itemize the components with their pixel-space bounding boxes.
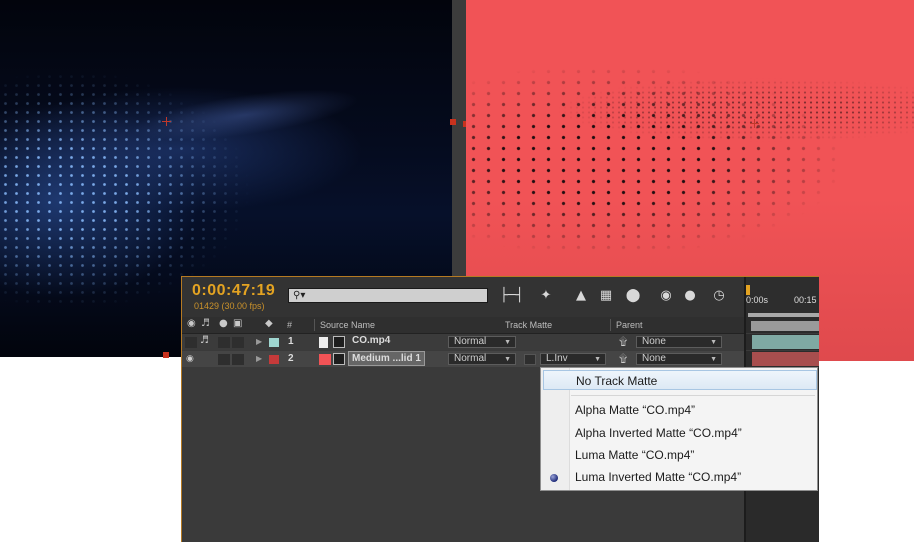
lock-icon[interactable]: ▣ (233, 318, 242, 329)
search-input[interactable]: ⚲▾ (288, 288, 488, 303)
layer-track-lane (746, 351, 819, 367)
blend-mode-value: Normal (454, 353, 487, 364)
lock-switch[interactable] (232, 337, 244, 348)
layer-name[interactable]: Medium ...lid 1 (348, 351, 425, 366)
selected-radio-icon (550, 474, 558, 482)
frame-count: 01429 (30.00 fps) (194, 301, 265, 311)
column-parent[interactable]: Parent (616, 320, 643, 330)
track-area-header (746, 317, 819, 333)
chevron-down-icon: ▼ (504, 339, 511, 346)
menu-item-alpha-matte[interactable]: Alpha Matte “CO.mp4” (575, 400, 695, 420)
twirl-arrow-icon[interactable]: ▶ (256, 354, 262, 363)
current-time-indicator[interactable] (746, 285, 750, 295)
search-icon[interactable]: ⚲▾ (293, 290, 305, 302)
eye-icon[interactable]: ◉ (187, 318, 196, 329)
frame-blending-icon[interactable]: ▦ (596, 287, 616, 305)
blend-mode-value: Normal (454, 336, 487, 347)
parent-select[interactable]: None ▼ (636, 353, 722, 365)
parent-select[interactable]: None ▼ (636, 336, 722, 348)
column-divider (314, 319, 315, 331)
preserve-transparency-switch[interactable] (524, 354, 536, 365)
pickwhip-icon[interactable]: ۩ (619, 335, 627, 349)
viewer-divider[interactable] (452, 0, 466, 280)
layer-handle-bottom[interactable] (163, 352, 169, 358)
menu-item-alpha-inverted-matte[interactable]: Alpha Inverted Matte “CO.mp4” (575, 423, 742, 443)
time-ruler[interactable]: 0:00s 00:15 (746, 277, 819, 317)
column-number: # (287, 320, 293, 330)
speaker-icon[interactable]: ♬ (201, 318, 210, 329)
twirl-arrow-icon[interactable]: ▶ (256, 337, 262, 346)
menu-item-luma-inverted-matte[interactable]: Luma Inverted Matte “CO.mp4” (575, 467, 741, 487)
chevron-down-icon: ▼ (710, 339, 717, 346)
solo-icon[interactable]: ● (219, 318, 228, 329)
parent-value: None (642, 353, 666, 364)
column-source-name[interactable]: Source Name (320, 320, 375, 330)
blend-mode-select[interactable]: Normal ▼ (448, 353, 516, 365)
solid-color-icon (319, 354, 331, 365)
layer-column-header: ◉ ♬ ● ▣ ◆ # Source Name Track Matte Pare… (182, 317, 746, 334)
label-color-swatch[interactable] (269, 338, 279, 347)
brainstorm-icon[interactable]: ● (680, 287, 700, 305)
track-matte-menu: No Track Matte Alpha Matte “CO.mp4” Alph… (540, 367, 818, 491)
footage-file-icon (319, 337, 328, 348)
chevron-down-icon: ▼ (710, 356, 717, 363)
ruler-tick-label: 00:15 (794, 295, 817, 305)
anchor-point-icon[interactable] (162, 117, 171, 126)
label-tag-icon[interactable]: ◆ (265, 318, 273, 329)
layer-row[interactable]: ◉ ▶ 2 Medium ...lid 1 Normal ▼ L.Inv ▼ ۩… (182, 351, 746, 367)
chevron-down-icon: ▼ (594, 356, 601, 363)
blend-mode-select[interactable]: Normal ▼ (448, 336, 516, 348)
layer-duration-bar[interactable] (752, 352, 819, 366)
layer-duration-bar[interactable] (752, 335, 819, 349)
eye-icon[interactable]: ◉ (186, 353, 194, 364)
layer-name[interactable]: CO.mp4 (352, 335, 390, 346)
layer-row[interactable]: ♬ ▶ 1 CO.mp4 Normal ▼ ۩ None ▼ (182, 334, 746, 350)
track-matte-select[interactable]: L.Inv ▼ (540, 353, 606, 365)
column-divider (610, 319, 611, 331)
parent-value: None (642, 336, 666, 347)
ruler-start-label: 0:00s (746, 295, 769, 305)
solo-switch[interactable] (218, 337, 230, 348)
effect-icon (333, 353, 345, 365)
comp-flowchart-icon[interactable]: ├─┤ (500, 287, 523, 305)
stopwatch-icon[interactable]: ◷ (709, 287, 729, 305)
layer-number: 1 (288, 336, 294, 347)
chevron-down-icon: ▼ (504, 356, 511, 363)
timeline-toolbar: 0:00:47:19 01429 (30.00 fps) ⚲▾ ├─┤ ✦ ▲ … (182, 277, 746, 317)
pickwhip-icon[interactable]: ۩ (619, 352, 627, 366)
anchor-point-icon[interactable] (750, 119, 759, 128)
video-switch[interactable] (185, 337, 197, 348)
layer-type-icon (333, 336, 345, 348)
label-color-swatch[interactable] (269, 355, 279, 364)
column-track-matte[interactable]: Track Matte (505, 320, 552, 330)
menu-item-no-track-matte[interactable]: No Track Matte (543, 370, 817, 390)
layer-track-lane (746, 334, 819, 350)
layer-handle-left[interactable] (450, 119, 456, 125)
layer-number: 2 (288, 353, 294, 364)
work-area-range[interactable] (751, 321, 819, 331)
menu-separator (571, 395, 815, 396)
draft-3d-icon[interactable]: ✦ (536, 287, 556, 305)
menu-item-luma-matte[interactable]: Luma Matte “CO.mp4” (575, 445, 694, 465)
shy-layers-icon[interactable]: ▲ (571, 287, 591, 305)
solo-switch[interactable] (218, 354, 230, 365)
speaker-icon[interactable]: ♬ (200, 335, 209, 346)
lock-switch[interactable] (232, 354, 244, 365)
graph-editor-icon[interactable]: ◉ (656, 287, 676, 305)
current-time-display[interactable]: 0:00:47:19 (192, 282, 275, 300)
track-matte-value: L.Inv (546, 353, 568, 364)
motion-blur-icon[interactable]: ⬤ (623, 287, 643, 305)
